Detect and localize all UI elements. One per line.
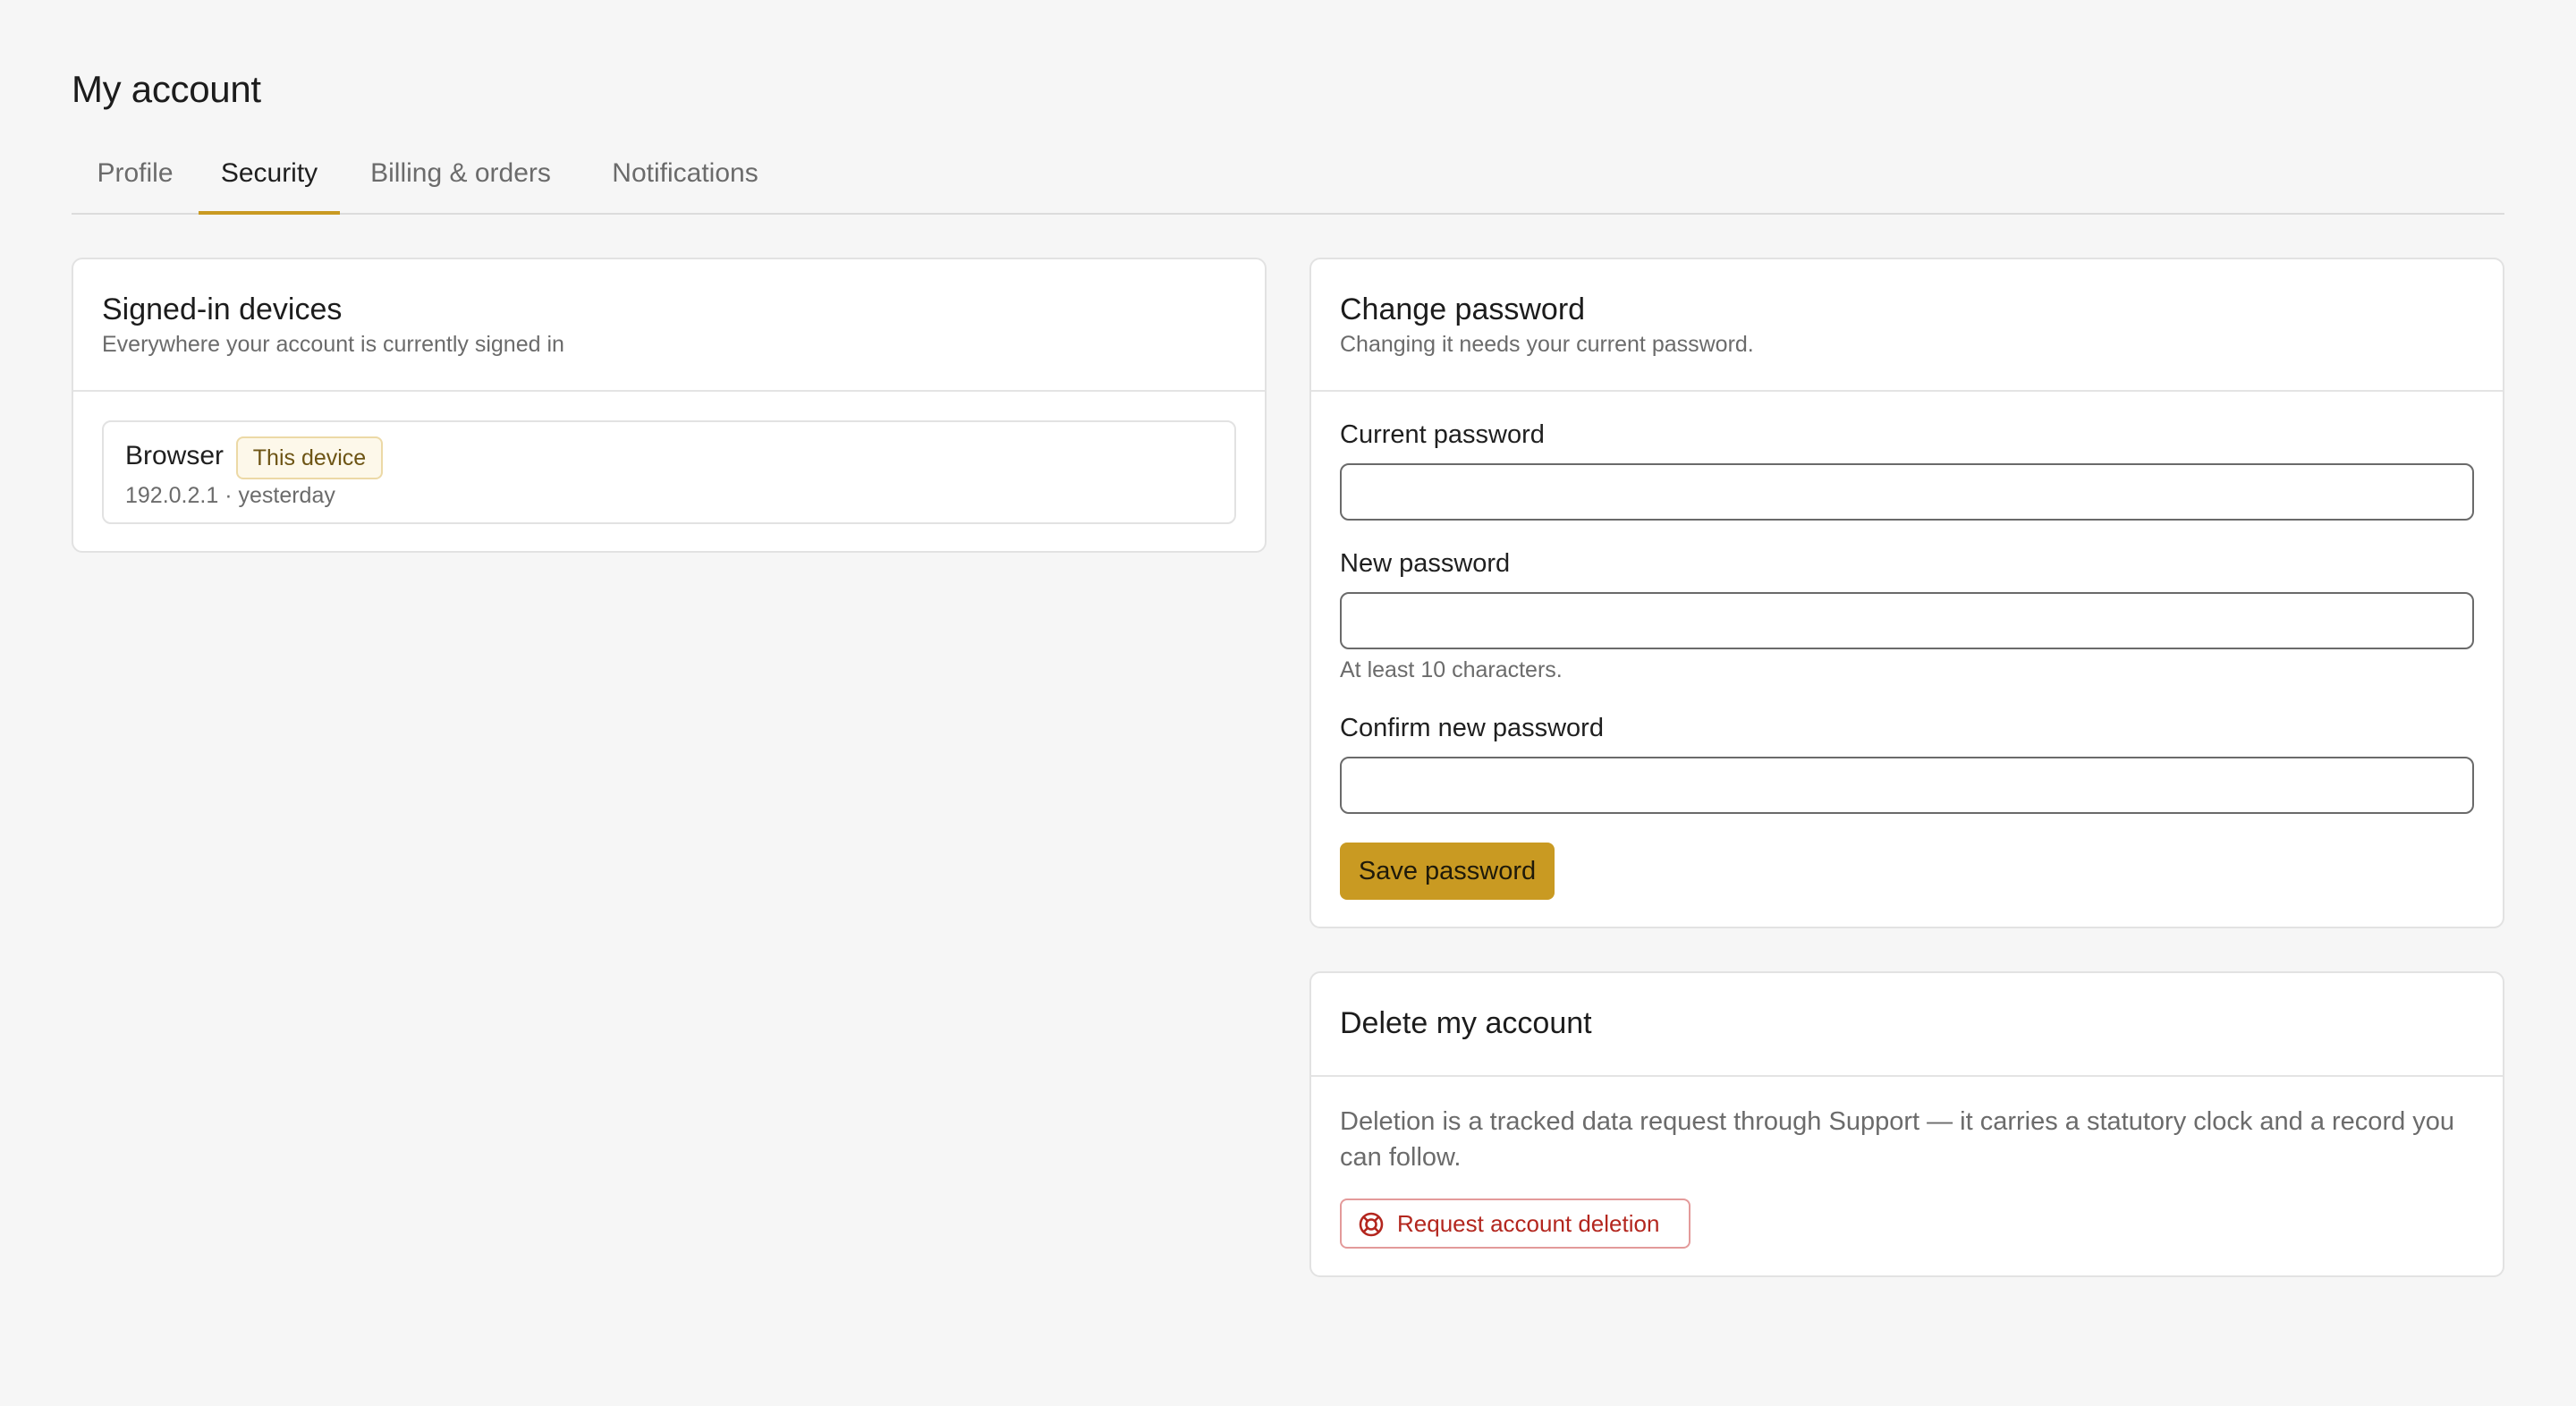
tab-notifications[interactable]: Notifications [578, 143, 792, 215]
password-card-title: Change password [1340, 292, 1586, 326]
new-password-input[interactable] [1340, 592, 2474, 649]
request-deletion-label: Request account deletion [1397, 1210, 1660, 1237]
save-password-button[interactable]: Save password [1340, 843, 1555, 900]
signed-in-devices-card: Signed-in devices Everywhere your accoun… [72, 258, 1267, 553]
tab-security[interactable]: Security [199, 143, 340, 215]
confirm-password-input[interactable] [1340, 757, 2474, 814]
device-name: Browser [125, 441, 225, 470]
delete-card-title: Delete my account [1340, 1006, 1592, 1040]
devices-card-subtitle: Everywhere your account is currently sig… [102, 332, 564, 357]
confirm-password-label: Confirm new password [1340, 714, 1604, 742]
device-row: Browser This device 192.0.2.1 · yesterda… [102, 420, 1236, 524]
current-password-label: Current password [1340, 420, 1545, 449]
tab-profile[interactable]: Profile [72, 143, 199, 215]
devices-card-title: Signed-in devices [102, 292, 343, 326]
delete-account-card: Delete my account Deletion is a tracked … [1309, 971, 2504, 1277]
page-title: My account [72, 68, 261, 110]
request-account-deletion-button[interactable]: Request account deletion [1340, 1198, 1690, 1249]
this-device-badge: This device [236, 436, 383, 479]
change-password-card: Change password Changing it needs your c… [1309, 258, 2504, 928]
devices-card-header: Signed-in devices Everywhere your accoun… [73, 259, 1265, 392]
delete-card-header: Delete my account [1311, 973, 2503, 1077]
lifebuoy-icon [1358, 1211, 1385, 1238]
account-tabs: Profile Security Billing & orders Notifi… [72, 143, 2504, 215]
device-meta: 192.0.2.1 · yesterday [125, 483, 335, 508]
password-card-header: Change password Changing it needs your c… [1311, 259, 2503, 392]
new-password-label: New password [1340, 549, 1511, 578]
new-password-hint: At least 10 characters. [1340, 657, 1563, 682]
tab-billing-orders[interactable]: Billing & orders [356, 143, 565, 215]
delete-description: Deletion is a tracked data request throu… [1340, 1107, 2455, 1172]
current-password-input[interactable] [1340, 463, 2474, 521]
password-card-subtitle: Changing it needs your current password. [1340, 332, 1754, 357]
